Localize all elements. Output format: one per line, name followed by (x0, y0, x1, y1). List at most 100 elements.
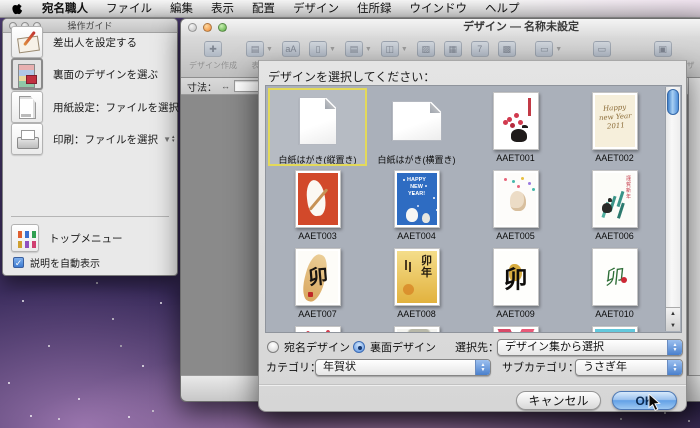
scroll-up-icon[interactable]: ▲ (666, 308, 680, 320)
design-thumbnail: 卯 (493, 248, 539, 306)
toolbar-button-label: デザイン作成 (189, 60, 237, 71)
source-label: 選択先： (455, 339, 499, 355)
menu-item[interactable]: ウインドウ (401, 3, 477, 15)
design-label: AAET009 (466, 309, 565, 319)
radio-address-design[interactable]: 宛名デザイン (267, 339, 350, 355)
design-grid: 白紙はがき(縦置き)白紙はがき(横置き)AAET001Happy new Yea… (265, 85, 682, 333)
printer-icon (11, 123, 43, 155)
blank-postcard-thumbnail (392, 101, 442, 141)
design-thumbnail (295, 170, 341, 228)
blank-postcard-thumbnail (299, 97, 337, 145)
design-thumbnail (394, 326, 440, 332)
design-item-partial[interactable] (565, 322, 664, 332)
design-label: AAET001 (466, 153, 565, 163)
category-dropdown[interactable]: 年賀状 ▲▼ (315, 359, 491, 376)
design-label: AAET004 (367, 231, 466, 241)
paper-icon (11, 91, 43, 123)
design-item[interactable]: 卯年AAET008 (367, 244, 466, 322)
scrollbar-thumb[interactable] (667, 89, 679, 115)
menu-item[interactable]: ファイル (97, 3, 161, 15)
radio-back-design[interactable]: 裏面デザイン (353, 339, 436, 355)
design-thumbnail: 謹賀新年 (592, 170, 638, 228)
design-item[interactable]: AAET003 (268, 166, 367, 244)
subcategory-dropdown[interactable]: うさぎ年 ▲▼ (575, 359, 683, 376)
design-thumbnail (493, 170, 539, 228)
design-label: AAET003 (268, 231, 367, 241)
window-controls (188, 23, 227, 32)
palette-item-print[interactable]: 印刷：ファイルを選択 ▴▾ ▼ (11, 122, 173, 156)
scrollbar-arrows: ▲ ▼ (666, 307, 680, 331)
stepper-icon[interactable]: ▴▾ (172, 135, 175, 143)
palette-item-set-sender[interactable]: 差出人を設定する (11, 25, 173, 59)
apple-menu[interactable] (0, 2, 33, 15)
menu-item[interactable]: 住所録 (348, 3, 401, 15)
design-item[interactable]: AAET001 (466, 88, 565, 166)
design-item[interactable]: Happy new Year 2011AAET002 (565, 88, 664, 166)
screen: 宛名職人ファイル編集表示配置デザイン住所録ウインドウヘルプ 操作ガイド 差出人を… (0, 0, 700, 428)
auto-show-checkbox[interactable]: ✓ (13, 257, 24, 268)
chevron-down-icon: ▼ (555, 46, 562, 53)
zoom-button[interactable] (218, 23, 227, 32)
text-icon: aA (282, 41, 300, 57)
design-label: AAET008 (367, 309, 466, 319)
vertical-scrollbar[interactable]: ▲ ▼ (665, 87, 680, 331)
window-title-bar[interactable]: デザイン — 名称未設定 (181, 19, 700, 36)
palette-item-choose-design[interactable]: 裏面のデザインを選ぶ (11, 57, 173, 91)
chevron-down-icon: ▼ (365, 46, 372, 53)
design-label: AAET006 (565, 231, 664, 241)
design-item-partial[interactable] (466, 322, 565, 332)
design-item[interactable]: 白紙はがき(横置き) (367, 88, 466, 166)
minimize-button[interactable] (203, 23, 212, 32)
design-create-icon: ✚ (204, 41, 222, 57)
date-icon: 7 (471, 41, 489, 57)
design-item-partial[interactable] (367, 322, 466, 332)
menu-item[interactable]: 配置 (243, 3, 284, 15)
dialog-prompt: デザインを選択してください： (268, 68, 435, 85)
design-label: AAET007 (268, 309, 367, 319)
design-item[interactable]: 卯 AAET009 (466, 244, 565, 322)
menu-item[interactable]: デザイン (284, 3, 348, 15)
close-button[interactable] (188, 23, 197, 32)
shape-icon: ◫ (381, 41, 399, 57)
chevron-down-icon: ▼ (266, 46, 273, 53)
design-thumbnail (592, 326, 638, 332)
design-item[interactable]: HAPPY NEW YEAR!AAET004 (367, 166, 466, 244)
design-item-partial[interactable] (268, 322, 367, 332)
menu-item[interactable]: ヘルプ (476, 3, 529, 15)
qr-icon: ▦ (444, 41, 462, 57)
dropdown-stepper-icon: ▲▼ (475, 360, 490, 375)
category-row: カテゴリ： 年賀状 ▲▼ サブカテゴリ： うさぎ年 ▲▼ (259, 358, 686, 376)
design-item[interactable]: AAET005 (466, 166, 565, 244)
design-item[interactable]: 卯AAET010 (565, 244, 664, 322)
subcategory-value: うさぎ年 (583, 361, 627, 373)
width-arrow-icon: ↔ (221, 81, 230, 91)
toolbar-button[interactable]: ✚ デザイン作成 (189, 40, 237, 71)
design-item[interactable]: 白紙はがき(縦置き) (268, 88, 367, 166)
palette-item-paper-setting[interactable]: 用紙設定：ファイルを選択 ▴▾ (11, 90, 173, 124)
subcategory-label: サブカテゴリ： (502, 359, 579, 375)
source-value: デザイン集から選択 (505, 341, 604, 353)
radio-icon (353, 341, 365, 353)
radio-icon (267, 341, 279, 353)
menu-item[interactable]: 編集 (161, 3, 202, 15)
mask-icon: ▭ (535, 41, 553, 57)
apple-logo-icon (12, 2, 23, 15)
scroll-down-icon[interactable]: ▼ (666, 320, 680, 332)
design-label: AAET005 (466, 231, 565, 241)
window-title: デザイン — 名称未設定 (421, 19, 621, 36)
palette-item-top-menu[interactable]: トップメニュー (11, 221, 173, 255)
design-chooser-dialog: デザインを選択してください： 白紙はがき(縦置き)白紙はがき(横置き)AAET0… (258, 60, 687, 412)
design-item[interactable]: 謹賀新年 AAET006 (565, 166, 664, 244)
source-dropdown[interactable]: デザイン集から選択 ▲▼ (497, 339, 683, 356)
category-label: カテゴリ： (266, 359, 321, 375)
menu-item[interactable]: 宛名職人 (33, 3, 97, 15)
cancel-button[interactable]: キャンセル (516, 391, 601, 410)
menu-item[interactable]: 表示 (202, 3, 243, 15)
disclosure-triangle-icon[interactable]: ▼ (163, 135, 171, 144)
sender-icon (11, 26, 43, 58)
menu-bar: 宛名職人ファイル編集表示配置デザイン住所録ウインドウヘルプ (0, 0, 700, 18)
ok-button[interactable]: OK (612, 391, 677, 410)
menu-items: 宛名職人ファイル編集表示配置デザイン住所録ウインドウヘルプ (33, 0, 529, 18)
design-label: 白紙はがき(横置き) (367, 153, 466, 166)
design-item[interactable]: 卯AAET007 (268, 244, 367, 322)
